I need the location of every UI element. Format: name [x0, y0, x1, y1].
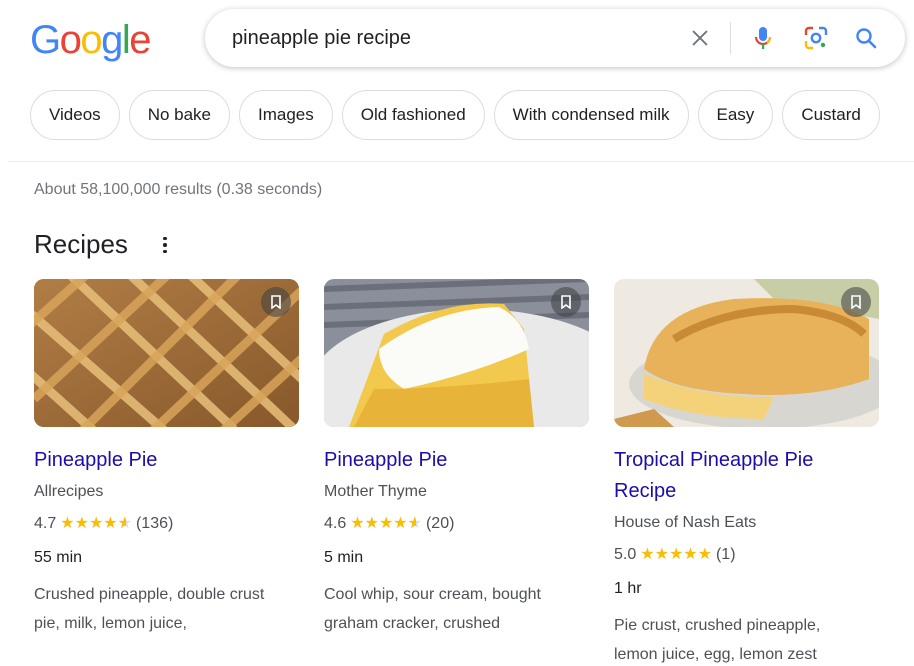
ingredients: Crushed pineapple, double crust pie, mil…	[34, 586, 265, 632]
search-icon[interactable]	[852, 24, 880, 52]
microphone-icon[interactable]	[749, 24, 777, 52]
logo-letter: e	[129, 18, 151, 62]
recipe-image[interactable]	[34, 279, 299, 427]
close-icon[interactable]	[686, 24, 714, 52]
cook-time: 55 min	[34, 549, 83, 566]
recipe-card[interactable]: Tropical Pineapple Pie Recipe House of N…	[614, 279, 879, 666]
logo-letter: o	[80, 18, 102, 62]
logo-letter: o	[59, 18, 82, 62]
bookmark-icon[interactable]	[551, 287, 581, 317]
rating-row: 4.7 ★★★★★ (136)	[34, 512, 299, 536]
result-stats: About 58,100,000 results (0.38 seconds)	[34, 181, 323, 198]
recipe-title-link[interactable]: Pineapple Pie	[34, 445, 299, 476]
recipe-source: Mother Thyme	[324, 483, 427, 500]
recipe-card[interactable]: Pineapple Pie Mother Thyme 4.6 ★★★★★ (20…	[324, 279, 589, 638]
chip-no-bake[interactable]: No bake	[128, 90, 231, 140]
logo-letter: G	[30, 18, 61, 62]
search-box: pineapple pie recipe	[205, 9, 905, 67]
rating-count: (136)	[135, 515, 174, 532]
ingredients: Cool whip, sour cream, bought graham cra…	[324, 586, 541, 632]
bookmark-icon[interactable]	[841, 287, 871, 317]
recipe-title-link[interactable]: Pineapple Pie	[324, 445, 589, 476]
rating-value: 4.6	[324, 515, 347, 532]
rating-row: 4.6 ★★★★★ (20)	[324, 512, 589, 536]
chip-easy[interactable]: Easy	[697, 90, 774, 140]
cook-time: 1 hr	[614, 580, 642, 597]
header-divider	[8, 161, 914, 162]
rating-stars: ★★★★★	[60, 512, 132, 536]
recipe-image[interactable]	[614, 279, 879, 427]
rating-stars: ★★★★★	[640, 546, 712, 563]
rating-row: 5.0 ★★★★★ (1)	[614, 543, 879, 567]
rating-value: 5.0	[614, 546, 637, 563]
recipe-title-link[interactable]: Tropical Pineapple Pie Recipe	[614, 445, 879, 507]
bookmark-icon[interactable]	[261, 287, 291, 317]
filter-chips: Videos No bake Images Old fashioned With…	[30, 90, 880, 140]
chip-with-condensed-milk[interactable]: With condensed milk	[493, 90, 689, 140]
recipe-source: House of Nash Eats	[614, 514, 757, 531]
logo-letter: g	[101, 18, 123, 62]
rating-count: (1)	[715, 546, 736, 563]
chip-images[interactable]: Images	[239, 90, 333, 140]
recipe-source: Allrecipes	[34, 483, 104, 500]
search-box-divider	[730, 22, 731, 54]
section-title-recipes: Recipes	[34, 229, 128, 259]
rating-count: (20)	[425, 515, 455, 532]
recipe-card[interactable]: Pineapple Pie Allrecipes 4.7 ★★★★★ (136)…	[34, 279, 299, 638]
lens-icon[interactable]	[802, 24, 830, 52]
rating-stars: ★★★★★	[350, 512, 422, 536]
google-logo[interactable]: Google	[30, 18, 151, 62]
chip-videos[interactable]: Videos	[30, 90, 120, 140]
chip-old-fashioned[interactable]: Old fashioned	[341, 90, 485, 140]
more-options-icon[interactable]	[158, 234, 172, 256]
recipe-image[interactable]	[324, 279, 589, 427]
chip-custard[interactable]: Custard	[782, 90, 880, 140]
cook-time: 5 min	[324, 549, 364, 566]
logo-letter: l	[121, 18, 131, 62]
search-results-page: Google pineapple pie recipe Videos No ba…	[0, 0, 914, 666]
rating-value: 4.7	[34, 515, 57, 532]
ingredients: Pie crust, crushed pineapple, lemon juic…	[614, 617, 821, 663]
search-input[interactable]: pineapple pie recipe	[232, 26, 411, 50]
